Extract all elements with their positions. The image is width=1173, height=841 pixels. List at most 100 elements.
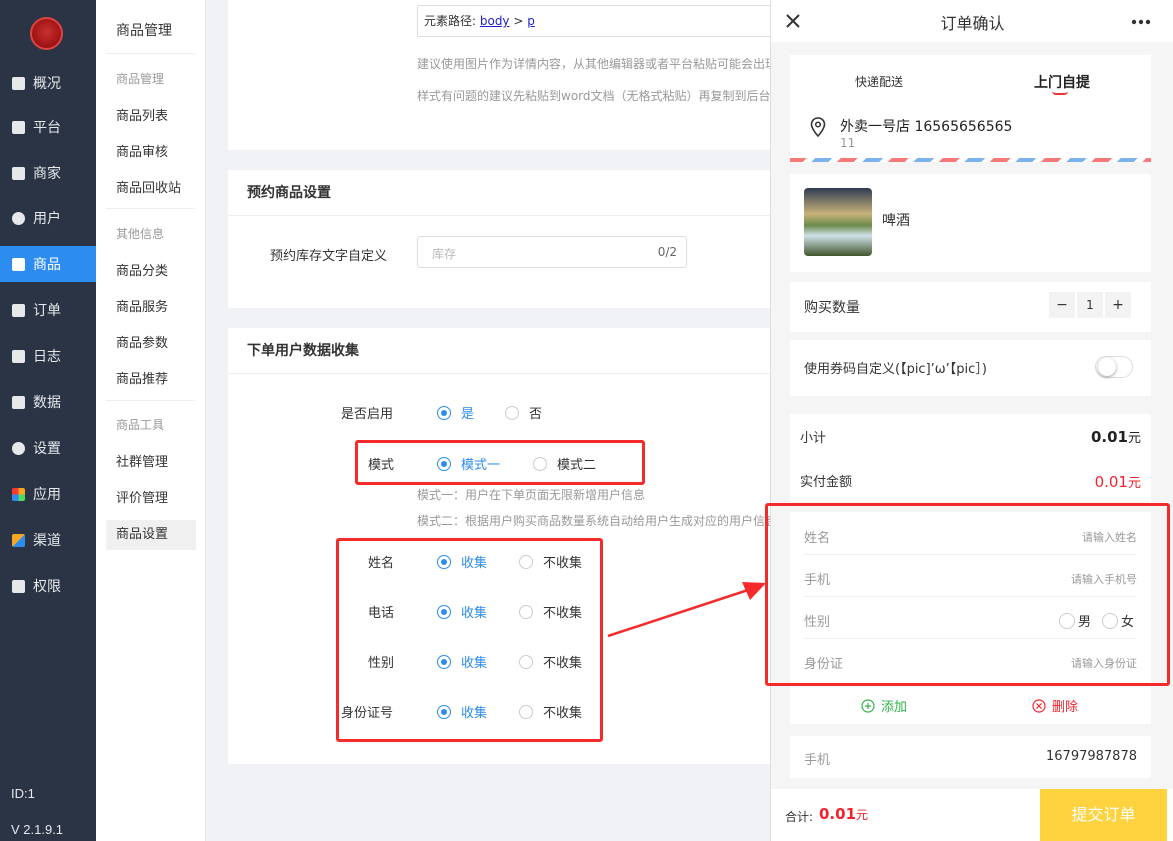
tab-express[interactable]: 快递配送 bbox=[855, 73, 903, 90]
delivery-block: 快递配送 上门自提 外卖一号店 16565656565 11 bbox=[790, 55, 1151, 158]
submenu-divider bbox=[106, 208, 195, 209]
submenu-item-service[interactable]: 商品服务 bbox=[106, 293, 196, 323]
mobile-row: 手机 16797987878 bbox=[790, 736, 1151, 778]
enable-no-radio[interactable]: 否 bbox=[505, 403, 542, 422]
quantity-value[interactable]: 1 bbox=[1077, 292, 1103, 318]
subtotal-value: 0.01元 bbox=[1090, 428, 1141, 446]
reserve-settings-title: 预约商品设置 bbox=[228, 170, 773, 216]
preview-header: 订单确认 bbox=[771, 0, 1173, 42]
subtotal-label: 小计 bbox=[800, 431, 827, 446]
total-label: 合计: bbox=[785, 810, 814, 824]
book-icon bbox=[12, 349, 25, 363]
coupon-toggle[interactable] bbox=[1095, 356, 1133, 378]
gear-icon bbox=[12, 441, 25, 455]
submenu-divider bbox=[106, 53, 195, 54]
nav-item-goods[interactable]: 商品 bbox=[0, 246, 96, 282]
add-user-button[interactable]: 添加 bbox=[861, 696, 907, 715]
user-id-label: ID:1 bbox=[11, 786, 35, 801]
bag-icon bbox=[12, 257, 25, 271]
enable-yes-radio[interactable]: 是 bbox=[437, 403, 474, 422]
nav-item-order[interactable]: 订单 bbox=[0, 292, 96, 328]
data-collection-title: 下单用户数据收集 bbox=[228, 328, 773, 374]
quantity-plus-button[interactable]: + bbox=[1105, 292, 1131, 318]
user-icon bbox=[12, 211, 25, 225]
main-sidebar: 概况 平台 商家 用户 商品 订单 日志 数据 设置 应用 渠道 权限 ID:1… bbox=[0, 0, 96, 841]
nav-item-apps[interactable]: 应用 bbox=[0, 476, 96, 512]
submenu-item-goods-settings[interactable]: 商品设置 bbox=[106, 520, 196, 550]
nav-item-overview[interactable]: 概况 bbox=[0, 65, 96, 101]
cube-icon bbox=[12, 533, 25, 547]
submenu-divider bbox=[106, 400, 195, 401]
more-icon[interactable] bbox=[1131, 19, 1151, 25]
delete-user-button[interactable]: 删除 bbox=[1032, 696, 1078, 715]
lock-icon bbox=[12, 579, 25, 593]
reserve-text-input[interactable]: 库存 0/2 bbox=[417, 236, 687, 268]
nav-item-log[interactable]: 日志 bbox=[0, 338, 96, 374]
element-path-bar: 元素路径: body > p bbox=[417, 5, 777, 37]
version-label: V 2.1.9.1 bbox=[11, 822, 64, 837]
delete-circle-icon bbox=[1032, 698, 1046, 713]
chart-icon bbox=[12, 76, 25, 90]
enable-label: 是否启用 bbox=[341, 407, 394, 422]
nav-item-merchant[interactable]: 商家 bbox=[0, 155, 96, 191]
editor-tip-2: 样式有问题的建议先粘贴到word文档（无格式粘贴）再复制到后台 bbox=[417, 89, 771, 103]
nav-item-settings[interactable]: 设置 bbox=[0, 430, 96, 466]
submenu-title: 商品管理 bbox=[116, 23, 172, 39]
amount-block: 小计 0.01元 实付金额 0.01元 bbox=[790, 414, 1151, 502]
quantity-stepper: − 1 + bbox=[1049, 292, 1131, 318]
tab-pickup[interactable]: 上门自提 bbox=[1034, 72, 1090, 92]
mobile-label: 手机 bbox=[804, 753, 831, 768]
submenu-item-recommend[interactable]: 商品推荐 bbox=[106, 365, 196, 395]
product-name: 啤酒 bbox=[882, 213, 910, 229]
monitor-icon bbox=[12, 120, 25, 134]
apps-icon bbox=[12, 487, 25, 501]
nav-item-user[interactable]: 用户 bbox=[0, 200, 96, 236]
submit-order-button[interactable]: 提交订单 bbox=[1040, 789, 1167, 841]
submenu-group-label: 商品工具 bbox=[116, 418, 165, 432]
nav-item-platform[interactable]: 平台 bbox=[0, 109, 96, 145]
editor-card: 元素路径: body > p 建议使用图片作为详情内容，从其他编辑器或者平台粘贴… bbox=[228, 0, 777, 150]
fields-highlight-box bbox=[336, 538, 603, 742]
product-thumbnail bbox=[804, 188, 872, 256]
nav-item-channel[interactable]: 渠道 bbox=[0, 522, 96, 558]
submenu-item-goods-list[interactable]: 商品列表 bbox=[106, 102, 196, 132]
path-body-link[interactable]: body bbox=[480, 14, 510, 28]
preview-form-highlight-box bbox=[765, 503, 1170, 686]
coupon-block: 使用券码自定义(【pic]’ω’【pic］) bbox=[790, 340, 1151, 396]
product-block: 啤酒 bbox=[790, 174, 1151, 272]
quantity-minus-button[interactable]: − bbox=[1049, 292, 1075, 318]
submenu-item-recycle-bin[interactable]: 商品回收站 bbox=[106, 174, 196, 204]
reserve-text-label: 预约库存文字自定义 bbox=[270, 249, 388, 264]
brand-logo[interactable] bbox=[30, 17, 63, 50]
submenu-item-goods-review[interactable]: 商品审核 bbox=[106, 138, 196, 168]
submenu-group-label: 商品管理 bbox=[116, 72, 165, 86]
clipboard-icon bbox=[12, 303, 25, 317]
nav-item-permission[interactable]: 权限 bbox=[0, 568, 96, 604]
paid-amount-value: 0.01元 bbox=[1094, 473, 1141, 491]
address-stripe bbox=[790, 158, 1151, 162]
goods-submenu: 商品管理 商品管理 商品列表 商品审核 商品回收站 其他信息 商品分类 商品服务… bbox=[96, 0, 206, 841]
bar-chart-icon bbox=[12, 395, 25, 409]
preview-title: 订单确认 bbox=[940, 14, 1005, 33]
quantity-label: 购买数量 bbox=[804, 300, 860, 316]
mobile-preview: 订单确认 快递配送 上门自提 外卖一号店 16565656565 11 啤酒 购… bbox=[770, 0, 1173, 841]
submenu-item-reviews[interactable]: 评价管理 bbox=[106, 484, 196, 514]
mode-two-desc: 模式二：根据用户购买商品数量系统自动给用户生成对应的用户信息 bbox=[417, 514, 773, 528]
reserve-settings-card: 预约商品设置 预约库存文字自定义 库存 0/2 bbox=[228, 170, 773, 308]
submenu-item-category[interactable]: 商品分类 bbox=[106, 257, 196, 287]
submenu-item-community[interactable]: 社群管理 bbox=[106, 448, 196, 478]
store-icon bbox=[12, 166, 25, 180]
submenu-item-params[interactable]: 商品参数 bbox=[106, 329, 196, 359]
coupon-label: 使用券码自定义(【pic]’ω’【pic］) bbox=[804, 362, 987, 377]
char-count: 0/2 bbox=[657, 245, 677, 259]
paid-amount-label: 实付金额 bbox=[800, 475, 853, 490]
quantity-block: 购买数量 − 1 + bbox=[790, 282, 1151, 332]
mode-highlight-box bbox=[355, 440, 645, 485]
mobile-value: 16797987878 bbox=[1046, 749, 1137, 764]
tab-active-indicator bbox=[1052, 91, 1068, 95]
pickup-store-sub: 11 bbox=[840, 136, 856, 150]
path-p-link[interactable]: p bbox=[527, 14, 535, 28]
mode-one-desc: 模式一：用户在下单页面无限新增用户信息 bbox=[417, 488, 646, 502]
total-value: 0.01元 bbox=[819, 805, 869, 823]
nav-item-data[interactable]: 数据 bbox=[0, 384, 96, 420]
